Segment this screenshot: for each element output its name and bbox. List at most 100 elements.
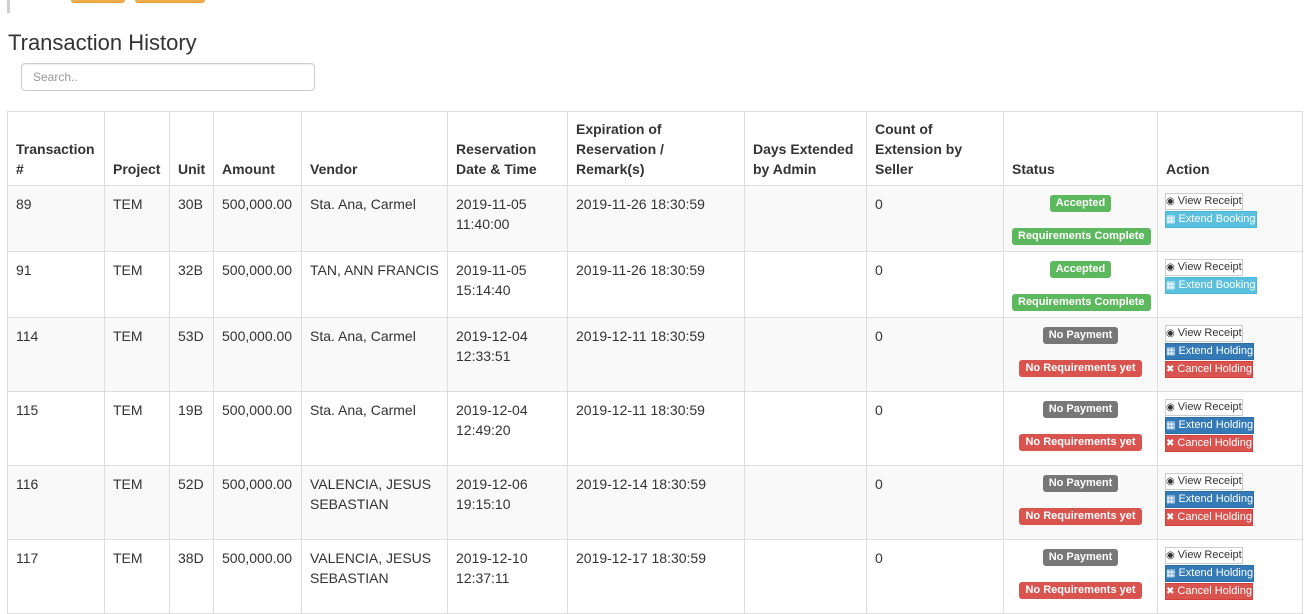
action-stack: ◉ View Receipt ▦ Extend Holding ✖ Cancel Hold… bbox=[1165, 399, 1294, 452]
header-action[interactable]: Action bbox=[1157, 111, 1303, 186]
cancel-holding-button[interactable]: ✖ Cancel Holding bbox=[1165, 361, 1253, 378]
cell-vendor: VALENCIA, JESUS SEBASTIAN bbox=[301, 539, 448, 614]
extend-holding-button[interactable]: ▦ Extend Holding bbox=[1165, 343, 1255, 360]
cell-action: ◉ View Receipt ▦ Extend Holding ✖ Cancel Hold… bbox=[1157, 391, 1303, 466]
status-badge-primary: Accepted bbox=[1049, 195, 1112, 212]
view-receipt-button[interactable]: ◉ View Receipt bbox=[1165, 473, 1243, 490]
extend-label: Extend Holding bbox=[1178, 567, 1254, 579]
cell-status: Accepted Requirements Complete bbox=[1003, 185, 1158, 252]
extend-booking-button[interactable]: ▦ Extend Booking bbox=[1165, 211, 1257, 228]
status-badge-primary: No Payment bbox=[1042, 475, 1119, 492]
extend-holding-button[interactable]: ▦ Extend Holding bbox=[1165, 565, 1255, 582]
cell-expiration: 2019-11-26 18:30:59 bbox=[567, 185, 745, 252]
header-status[interactable]: Status bbox=[1003, 111, 1158, 186]
cell-amount: 500,000.00 bbox=[213, 391, 302, 466]
top-toolbar-remnant bbox=[0, 0, 1306, 14]
table-header-row: Transaction # Project Unit Amount Vendor… bbox=[7, 111, 1303, 186]
header-days-extended[interactable]: Days Extended by Admin bbox=[744, 111, 867, 186]
header-vendor[interactable]: Vendor bbox=[301, 111, 448, 186]
reservation-time: 12:49:20 bbox=[456, 422, 511, 438]
table-row: 115 TEM 19B 500,000.00 Sta. Ana, Carmel 2019-… bbox=[7, 391, 1303, 466]
cell-status: Accepted Requirements Complete bbox=[1003, 251, 1158, 318]
calendar-icon: ▦ bbox=[1166, 214, 1176, 225]
view-receipt-button[interactable]: ◉ View Receipt bbox=[1165, 399, 1243, 416]
toolbar-button-1[interactable] bbox=[71, 0, 125, 3]
view-receipt-button[interactable]: ◉ View Receipt bbox=[1165, 325, 1243, 342]
cell-reservation: 2019-11-05 11:40:00 bbox=[447, 185, 568, 252]
cell-count-extension: 0 bbox=[866, 251, 1004, 318]
cell-unit: 30B bbox=[169, 185, 214, 252]
cancel-holding-button[interactable]: ✖ Cancel Holding bbox=[1165, 583, 1253, 600]
cell-transaction: 89 bbox=[7, 185, 105, 252]
cell-days-extended bbox=[744, 465, 867, 540]
table-row: 114 TEM 53D 500,000.00 Sta. Ana, Carmel 2019-… bbox=[7, 317, 1303, 392]
table-row: 91 TEM 32B 500,000.00 TAN, ANN FRANCIS 2019-1… bbox=[7, 251, 1303, 318]
cell-action: ◉ View Receipt ▦ Extend Holding ✖ Cancel Hold… bbox=[1157, 465, 1303, 540]
extend-label: Extend Booking bbox=[1178, 279, 1256, 291]
cell-days-extended bbox=[744, 391, 867, 466]
extend-holding-button[interactable]: ▦ Extend Holding bbox=[1165, 417, 1255, 434]
eye-icon: ◉ bbox=[1166, 328, 1175, 339]
action-stack: ◉ View Receipt ▦ Extend Holding ✖ Cancel Hold… bbox=[1165, 473, 1294, 526]
cancel-holding-button[interactable]: ✖ Cancel Holding bbox=[1165, 509, 1253, 526]
cell-project: TEM bbox=[104, 251, 170, 318]
page-title: Transaction History bbox=[8, 30, 197, 55]
header-count-extension[interactable]: Count of Extension by Seller bbox=[866, 111, 1004, 186]
extend-booking-button[interactable]: ▦ Extend Booking bbox=[1165, 277, 1257, 294]
cell-count-extension: 0 bbox=[866, 391, 1004, 466]
close-icon: ✖ bbox=[1166, 364, 1175, 375]
calendar-icon: ▦ bbox=[1166, 280, 1176, 291]
cell-count-extension: 0 bbox=[866, 185, 1004, 252]
extend-label: Extend Holding bbox=[1178, 419, 1254, 431]
header-reservation[interactable]: Reservation Date & Time bbox=[447, 111, 568, 186]
cell-action: ◉ View Receipt ▦ Extend Holding ✖ Cancel Hold… bbox=[1157, 317, 1303, 392]
table-row: 117 TEM 38D 500,000.00 VALENCIA, JESUS SEBAS… bbox=[7, 539, 1303, 614]
reservation-time: 12:33:51 bbox=[456, 348, 511, 364]
view-receipt-label: View Receipt bbox=[1177, 327, 1242, 339]
header-project[interactable]: Project bbox=[104, 111, 170, 186]
cancel-holding-label: Cancel Holding bbox=[1177, 511, 1252, 523]
cell-days-extended bbox=[744, 251, 867, 318]
calendar-icon: ▦ bbox=[1166, 568, 1176, 579]
reservation-date: 2019-12-04 bbox=[456, 328, 528, 344]
cell-expiration: 2019-12-17 18:30:59 bbox=[567, 539, 745, 614]
eye-icon: ◉ bbox=[1166, 196, 1175, 207]
view-receipt-label: View Receipt bbox=[1177, 549, 1242, 561]
cell-status: No Payment No Requirements yet bbox=[1003, 465, 1158, 540]
header-expiration[interactable]: Expiration of Reservation / Remark(s) bbox=[567, 111, 745, 186]
cell-expiration: 2019-12-14 18:30:59 bbox=[567, 465, 745, 540]
cell-vendor: VALENCIA, JESUS SEBASTIAN bbox=[301, 465, 448, 540]
close-icon: ✖ bbox=[1166, 512, 1175, 523]
cancel-holding-button[interactable]: ✖ Cancel Holding bbox=[1165, 435, 1253, 452]
action-stack: ◉ View Receipt ▦ Extend Booking bbox=[1165, 193, 1294, 228]
header-transaction[interactable]: Transaction # bbox=[7, 111, 105, 186]
cell-project: TEM bbox=[104, 465, 170, 540]
cell-count-extension: 0 bbox=[866, 317, 1004, 392]
table-row: 116 TEM 52D 500,000.00 VALENCIA, JESUS SEBAS… bbox=[7, 465, 1303, 540]
extend-label: Extend Holding bbox=[1178, 493, 1254, 505]
search-input[interactable] bbox=[21, 63, 315, 91]
cell-project: TEM bbox=[104, 539, 170, 614]
cell-project: TEM bbox=[104, 185, 170, 252]
cell-unit: 19B bbox=[169, 391, 214, 466]
view-receipt-button[interactable]: ◉ View Receipt bbox=[1165, 259, 1243, 276]
cell-action: ◉ View Receipt ▦ Extend Booking bbox=[1157, 185, 1303, 252]
cell-unit: 53D bbox=[169, 317, 214, 392]
cell-days-extended bbox=[744, 185, 867, 252]
header-amount[interactable]: Amount bbox=[213, 111, 302, 186]
cell-vendor: Sta. Ana, Carmel bbox=[301, 317, 448, 392]
cell-count-extension: 0 bbox=[866, 539, 1004, 614]
action-stack: ◉ View Receipt ▦ Extend Holding ✖ Cancel Hold… bbox=[1165, 547, 1294, 600]
cell-amount: 500,000.00 bbox=[213, 317, 302, 392]
cell-vendor: Sta. Ana, Carmel bbox=[301, 185, 448, 252]
view-receipt-button[interactable]: ◉ View Receipt bbox=[1165, 193, 1243, 210]
view-receipt-label: View Receipt bbox=[1177, 195, 1242, 207]
cell-expiration: 2019-12-11 18:30:59 bbox=[567, 317, 745, 392]
header-unit[interactable]: Unit bbox=[169, 111, 214, 186]
view-receipt-button[interactable]: ◉ View Receipt bbox=[1165, 547, 1243, 564]
cell-transaction: 115 bbox=[7, 391, 105, 466]
extend-holding-button[interactable]: ▦ Extend Holding bbox=[1165, 491, 1255, 508]
status-stack: No Payment No Requirements yet bbox=[1012, 471, 1149, 525]
toolbar-button-2[interactable] bbox=[135, 0, 205, 3]
cell-days-extended bbox=[744, 539, 867, 614]
